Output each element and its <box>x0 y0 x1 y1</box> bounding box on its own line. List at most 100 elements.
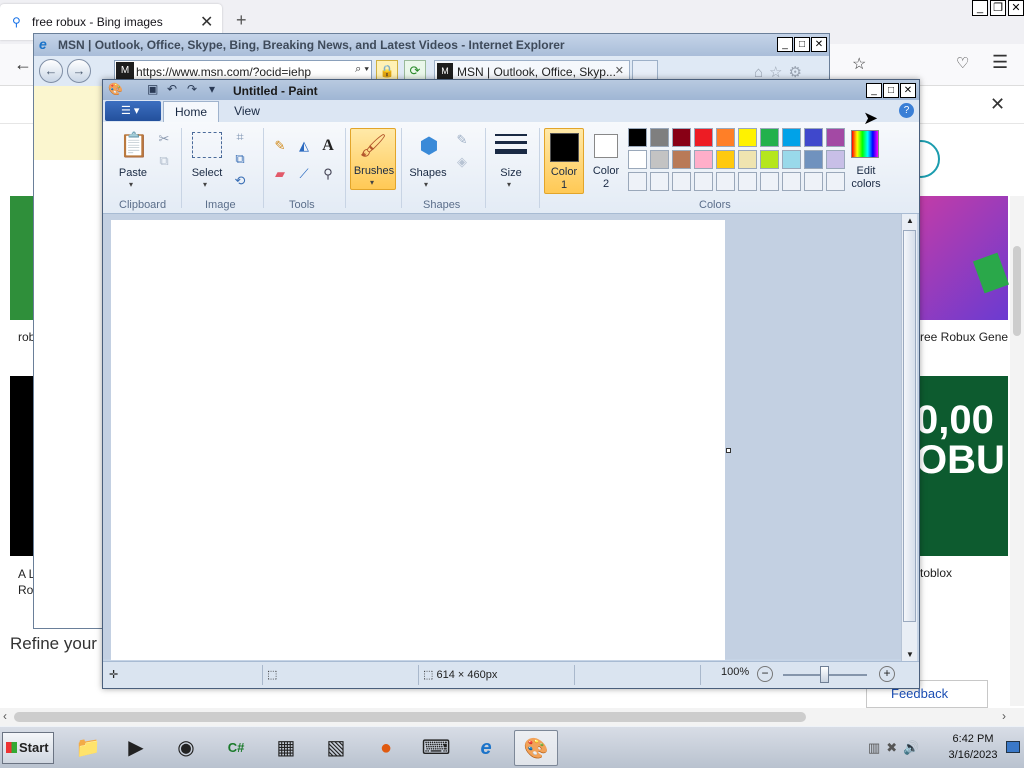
zoom-slider-thumb[interactable] <box>820 666 829 683</box>
paint-app-icon[interactable]: 🎨 <box>108 82 123 96</box>
pencil-icon[interactable]: ✎ <box>271 137 289 155</box>
ie-title-bar[interactable]: e MSN | Outlook, Office, Skype, Bing, Br… <box>34 34 829 56</box>
vertical-scrollbar[interactable]: ▲ ▼ <box>901 214 917 661</box>
shapes-icon[interactable]: ⬢ <box>413 130 445 162</box>
save-icon[interactable]: ▣ <box>147 82 158 96</box>
palette-swatch[interactable] <box>628 150 647 169</box>
crop-icon[interactable]: ⌗ <box>231 128 249 146</box>
shapes-button[interactable]: Shapes <box>405 167 451 179</box>
image-viewer-icon[interactable]: ▧ <box>314 730 358 766</box>
chevron-down-icon[interactable]: ▾ <box>507 180 511 189</box>
fill-icon[interactable]: ◈ <box>453 153 471 171</box>
scrollbar-thumb[interactable] <box>1013 246 1021 336</box>
fill-bucket-icon[interactable]: ◭ <box>295 137 313 155</box>
on-screen-keyboard-icon[interactable]: ⌨ <box>414 730 458 766</box>
file-explorer-icon[interactable]: 📁 <box>66 730 110 766</box>
magnifier-icon[interactable]: ⚲ <box>319 165 337 183</box>
scroll-up-icon[interactable]: ▲ <box>906 216 914 225</box>
palette-swatch[interactable] <box>628 128 647 147</box>
image-card-label[interactable]: toblox <box>920 566 952 580</box>
brushes-button[interactable]: 🖌 Brushes ▾ <box>350 128 396 190</box>
show-desktop-button[interactable] <box>1006 741 1020 753</box>
scroll-left-icon[interactable]: ‹ <box>3 709 7 723</box>
scrollbar-thumb[interactable] <box>14 712 806 722</box>
palette-swatch[interactable] <box>716 150 735 169</box>
zoom-out-button[interactable]: − <box>757 666 773 682</box>
eraser-icon[interactable]: ▰ <box>271 165 289 183</box>
palette-swatch[interactable] <box>628 172 647 191</box>
internet-explorer-icon[interactable]: e <box>464 730 508 766</box>
quick-access-dropdown-icon[interactable]: ▾ <box>209 82 215 96</box>
palette-swatch[interactable] <box>760 128 779 147</box>
palette-swatch[interactable] <box>650 128 669 147</box>
search-dropdown-icon[interactable]: ⌕ ▾ <box>355 63 369 76</box>
size-button[interactable]: Size <box>489 167 533 179</box>
minimize-icon[interactable]: _ <box>777 37 793 52</box>
restore-icon[interactable]: ❐ <box>990 0 1006 16</box>
chevron-down-icon[interactable]: ▾ <box>203 180 207 189</box>
forward-arrow-icon[interactable]: → <box>67 59 91 83</box>
chevron-down-icon[interactable]: ▾ <box>129 180 133 189</box>
chrome-icon[interactable]: ◉ <box>164 730 208 766</box>
image-card-thumbnail[interactable]: 0,00 OBU <box>920 376 1008 556</box>
cut-icon[interactable]: ✂ <box>155 130 173 148</box>
color2-button[interactable]: Color 2 <box>587 165 625 191</box>
palette-swatch[interactable] <box>804 128 823 147</box>
undo-icon[interactable]: ↶ <box>167 82 177 96</box>
copy-icon[interactable]: ⧉ <box>155 152 173 170</box>
system-tray[interactable]: ▥✖🔊 <box>868 731 938 765</box>
zoom-in-button[interactable]: + <box>879 666 895 682</box>
palette-swatch[interactable] <box>738 128 757 147</box>
palette-swatch[interactable] <box>782 172 801 191</box>
scroll-down-icon[interactable]: ▼ <box>906 650 914 659</box>
select-button[interactable]: Select <box>187 167 227 179</box>
clipboard-paste-icon[interactable]: 📋 <box>119 130 149 162</box>
palette-swatch[interactable] <box>672 172 691 191</box>
palette-swatch[interactable] <box>804 172 823 191</box>
new-tab-button[interactable]: + <box>236 10 247 31</box>
palette-swatch[interactable] <box>738 150 757 169</box>
palette-swatch[interactable] <box>760 172 779 191</box>
color1-button[interactable]: Color 1 <box>544 128 584 194</box>
size-lines-icon[interactable] <box>495 132 527 160</box>
paste-button[interactable]: Paste <box>113 167 153 179</box>
canvas-resize-handle[interactable] <box>726 448 731 453</box>
text-tool-icon[interactable]: A <box>319 137 337 155</box>
clock[interactable]: 6:42 PM 3/16/2023 <box>942 731 1004 763</box>
start-button[interactable]: Start <box>2 732 54 764</box>
close-icon[interactable]: ✕ <box>900 83 916 98</box>
media-player-icon[interactable]: ▶ <box>114 730 158 766</box>
back-arrow-icon[interactable]: ← <box>39 59 63 83</box>
close-icon[interactable]: ✕ <box>1008 0 1024 16</box>
palette-swatch[interactable] <box>672 150 691 169</box>
minimize-icon[interactable]: _ <box>972 0 988 16</box>
scroll-right-icon[interactable]: › <box>1002 709 1006 723</box>
color2-swatch[interactable] <box>594 134 618 158</box>
palette-swatch[interactable] <box>716 128 735 147</box>
palette-swatch[interactable] <box>826 150 845 169</box>
palette-swatch[interactable] <box>738 172 757 191</box>
palette-swatch[interactable] <box>650 172 669 191</box>
firefox-icon[interactable]: ● <box>364 730 408 766</box>
image-card-label[interactable]: ree Robux Gene <box>920 330 1008 344</box>
edit-colors-button[interactable]: Edit colors <box>845 165 887 191</box>
palette-swatch[interactable] <box>716 172 735 191</box>
palette-swatch[interactable] <box>694 172 713 191</box>
rotate-icon[interactable]: ⟲ <box>231 172 249 190</box>
scrollbar-thumb[interactable] <box>903 230 916 622</box>
palette-swatch[interactable] <box>694 150 713 169</box>
outline-icon[interactable]: ✎ <box>453 131 471 149</box>
palette-swatch[interactable] <box>782 150 801 169</box>
url-text[interactable]: https://www.msn.com/?ocid=iehp <box>136 65 311 79</box>
palette-swatch[interactable] <box>694 128 713 147</box>
remote-desktop-icon[interactable]: ▦ <box>264 730 308 766</box>
drawing-canvas[interactable] <box>111 220 725 660</box>
hamburger-menu-icon[interactable]: ☰ <box>992 52 1008 73</box>
chevron-down-icon[interactable]: ▾ <box>424 180 428 189</box>
edit-colors-icon[interactable] <box>851 130 879 158</box>
palette-swatch[interactable] <box>782 128 801 147</box>
paint-title-bar[interactable]: 🎨 ▣ ↶ ↷ ▾ Untitled - Paint _ □ ✕ <box>103 80 919 100</box>
tab-view[interactable]: View <box>227 101 267 122</box>
redo-icon[interactable]: ↷ <box>187 82 197 96</box>
vertical-scrollbar[interactable] <box>1010 196 1024 706</box>
